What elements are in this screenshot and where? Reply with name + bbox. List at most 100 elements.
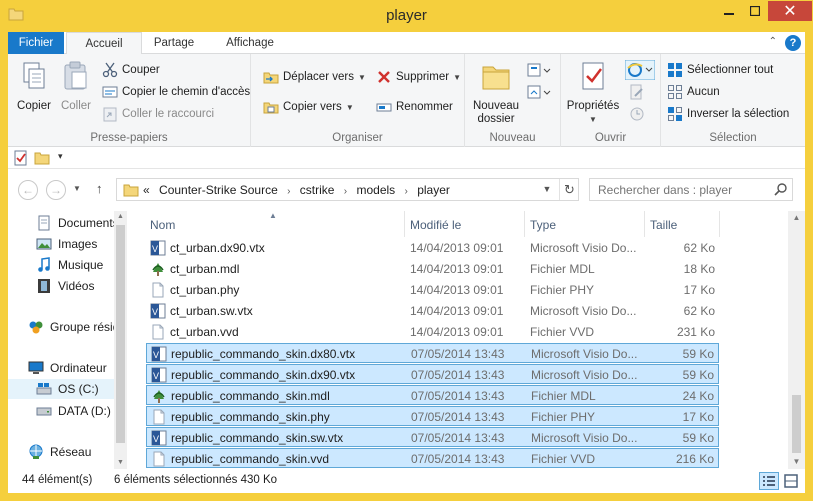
- file-row[interactable]: Vrepublic_commando_skin.dx90.vtx 07/05/20…: [146, 364, 719, 384]
- address-bar[interactable]: « Counter-Strike Source › cstrike › mode…: [116, 178, 579, 201]
- nav-item-computer[interactable]: Ordinateur: [28, 358, 107, 378]
- column-divider[interactable]: [644, 211, 645, 237]
- rename-button[interactable]: Renommer: [376, 99, 453, 115]
- scroll-down-icon[interactable]: ▼: [788, 455, 805, 469]
- search-box[interactable]: [589, 178, 793, 201]
- tab-share[interactable]: Partage: [142, 32, 206, 54]
- nav-item-videos[interactable]: Vidéos: [36, 276, 94, 296]
- scroll-up-icon[interactable]: ▲: [788, 211, 805, 225]
- address-dropdown-icon[interactable]: ▼: [539, 180, 555, 199]
- up-arrow-icon[interactable]: ↑: [96, 181, 103, 196]
- new-folder-button[interactable]: Nouveau dossier: [471, 60, 521, 126]
- file-row[interactable]: Vct_urban.sw.vtx 14/04/2013 09:01 Microsof…: [146, 301, 719, 321]
- breadcrumb: « Counter-Strike Source › cstrike › mode…: [143, 183, 456, 197]
- nav-item-network[interactable]: Réseau: [28, 442, 91, 462]
- select-all-button[interactable]: Sélectionner tout: [667, 62, 773, 78]
- cut-button[interactable]: Couper: [102, 62, 160, 78]
- search-input[interactable]: [590, 179, 770, 200]
- scroll-thumb[interactable]: [792, 395, 801, 453]
- properties-button[interactable]: Propriétés ▼: [565, 60, 621, 126]
- breadcrumb-item[interactable]: cstrike: [300, 183, 335, 197]
- tab-file[interactable]: Fichier: [8, 32, 64, 54]
- nav-scroll-thumb[interactable]: [116, 225, 125, 443]
- column-header-modified[interactable]: Modifié le: [410, 218, 461, 232]
- search-icon[interactable]: [774, 182, 788, 196]
- copy-to-label: Copier vers: [283, 101, 342, 113]
- paste-shortcut-button[interactable]: Coller le raccourci: [102, 106, 214, 122]
- file-row[interactable]: Vct_urban.dx90.vtx 14/04/2013 09:01 Micros…: [146, 238, 719, 258]
- file-row[interactable]: Vrepublic_commando_skin.dx80.vtx 07/05/20…: [146, 343, 719, 363]
- nav-item-music[interactable]: Musique: [36, 255, 103, 275]
- nav-item-label: Documents: [58, 216, 119, 230]
- file-row[interactable]: republic_commando_skin.vvd 07/05/2014 13:…: [146, 448, 719, 468]
- edit-icon[interactable]: [629, 84, 645, 100]
- rename-label: Renommer: [396, 101, 453, 113]
- new-item-icon[interactable]: [527, 62, 551, 78]
- move-to-button[interactable]: Déplacer vers ▼: [263, 69, 366, 85]
- qat-new-folder-icon[interactable]: [34, 150, 50, 166]
- move-to-label: Déplacer vers: [283, 71, 354, 83]
- file-row[interactable]: ct_urban.phy 14/04/2013 09:01 Fichier PHY 1…: [146, 280, 719, 300]
- nav-item-documents[interactable]: Documents: [36, 213, 119, 233]
- delete-button[interactable]: Supprimer ▼: [376, 69, 461, 85]
- copy-button[interactable]: Copier: [14, 60, 54, 113]
- ribbon-collapse-icon[interactable]: ⌃: [769, 36, 777, 47]
- breadcrumb-chevron-icon[interactable]: ›: [405, 186, 408, 197]
- minimize-button[interactable]: [716, 1, 742, 21]
- column-header-name[interactable]: Nom: [150, 218, 175, 232]
- large-icons-view-button[interactable]: [781, 472, 801, 490]
- details-view-button[interactable]: [759, 472, 779, 490]
- paste-button[interactable]: Coller: [56, 60, 96, 113]
- file-modified: 07/05/2014 13:43: [411, 452, 505, 466]
- nav-scroll-up-icon[interactable]: ▲: [114, 211, 127, 223]
- file-size: 59 Ko: [682, 368, 714, 382]
- history-icon[interactable]: [629, 106, 645, 122]
- nav-item-homegroup[interactable]: Groupe résidentiel: [28, 317, 127, 337]
- open-ie-icon[interactable]: [625, 60, 655, 80]
- forward-button[interactable]: →: [46, 180, 66, 200]
- computer-icon: [28, 361, 44, 374]
- close-button[interactable]: ✕: [768, 1, 812, 21]
- title-bar[interactable]: player ✕: [0, 0, 813, 31]
- breadcrumb-item[interactable]: models: [356, 183, 395, 197]
- breadcrumb-chevron-icon[interactable]: ›: [344, 186, 347, 197]
- nav-scroll-down-icon[interactable]: ▼: [114, 457, 127, 469]
- breadcrumb-item[interactable]: player: [417, 183, 450, 197]
- file-name: ct_urban.dx90.vtx: [170, 241, 265, 255]
- easy-access-icon[interactable]: [527, 84, 551, 100]
- qat-customize-icon[interactable]: ▾: [58, 151, 63, 162]
- file-row[interactable]: republic_commando_skin.phy 07/05/2014 13:…: [146, 406, 719, 426]
- nav-item-drive-d[interactable]: DATA (D:): [36, 401, 111, 421]
- tab-home[interactable]: Accueil: [66, 32, 142, 55]
- copy-to-button[interactable]: Copier vers ▼: [263, 99, 354, 115]
- file-row[interactable]: republic_commando_skin.mdl 07/05/2014 13:…: [146, 385, 719, 405]
- file-row[interactable]: ct_urban.vvd 14/04/2013 09:01 Fichier VVD 2…: [146, 322, 719, 342]
- help-icon[interactable]: ?: [785, 35, 801, 51]
- svg-text:V: V: [153, 350, 159, 360]
- nav-item-label: Musique: [58, 258, 104, 272]
- maximize-button[interactable]: [742, 1, 768, 21]
- column-divider[interactable]: [524, 211, 525, 237]
- column-divider[interactable]: [719, 211, 720, 237]
- column-header-type[interactable]: Type: [530, 218, 556, 232]
- nav-item-drive-c[interactable]: OS (C:): [8, 379, 114, 399]
- refresh-button[interactable]: ↻: [559, 179, 579, 200]
- breadcrumb-chevron-icon[interactable]: ›: [287, 186, 290, 197]
- file-row[interactable]: Vrepublic_commando_skin.sw.vtx 07/05/2014…: [146, 427, 719, 447]
- copy-path-button[interactable]: Copier le chemin d'accès: [102, 84, 250, 100]
- back-button[interactable]: ←: [18, 180, 38, 200]
- select-none-button[interactable]: Aucun: [667, 84, 720, 100]
- file-list-scrollbar[interactable]: ▲ ▼: [788, 211, 805, 469]
- invert-selection-button[interactable]: Inverser la sélection: [667, 106, 789, 122]
- details-view-icon: [763, 476, 775, 486]
- qat-properties-icon[interactable]: [13, 150, 29, 166]
- column-header-size[interactable]: Taille: [650, 218, 677, 232]
- tab-view[interactable]: Affichage: [206, 32, 294, 54]
- file-row[interactable]: ct_urban.mdl 14/04/2013 09:01 Fichier MDL 1…: [146, 259, 719, 279]
- nav-item-pictures[interactable]: Images: [36, 234, 97, 254]
- breadcrumb-item[interactable]: Counter-Strike Source: [159, 183, 278, 197]
- column-divider[interactable]: [404, 211, 405, 237]
- breadcrumb-overflow[interactable]: «: [143, 183, 150, 197]
- nav-scrollbar[interactable]: ▲ ▼: [114, 211, 127, 469]
- recent-locations-icon[interactable]: ▼: [73, 184, 81, 193]
